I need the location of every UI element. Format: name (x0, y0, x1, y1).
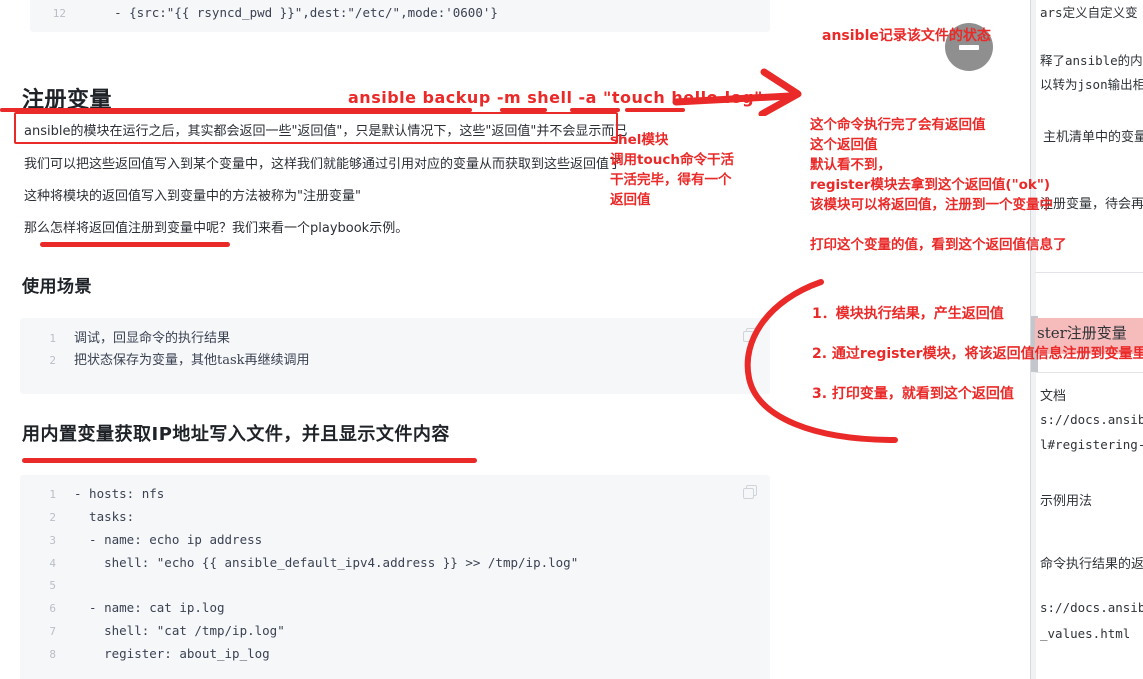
panel-line-1: ars定义自定义变 (1040, 5, 1138, 20)
panel-doc-line-2: s://docs.ansib (1040, 412, 1143, 427)
panel-divider (1035, 272, 1143, 273)
panel-line-5: 注册变量，待会再 (1040, 197, 1143, 212)
minimize-bar (959, 44, 979, 50)
code-line-text: - hosts: nfs (74, 486, 165, 501)
code-line-text: shell: "echo {{ ansible_default_ipv4.add… (74, 555, 579, 570)
code-block-use-cases: 1 调试，回显命令的执行结果 2 把状态保存为变量，其他task再继续调用 (20, 318, 770, 394)
paragraph-1: ansible的模块在运行之后，其实都会返回一些"返回值"，只是默认情况下，这些… (24, 124, 628, 139)
code-line-text: 把状态保存为变量，其他task再继续调用 (74, 353, 310, 368)
panel-doc-line-1: 文档 (1040, 389, 1067, 404)
code-line-number: 6 (49, 602, 56, 615)
code-line-text: - name: echo ip address (74, 532, 263, 547)
code-line-number: 1 (49, 488, 56, 501)
code-line-number: 7 (49, 625, 56, 638)
panel-doc-line-7: _values.html (1040, 626, 1131, 641)
code-line: 7 shell: "cat /tmp/ip.log" (20, 620, 770, 643)
code-line-text: 调试，回显命令的执行结果 (74, 331, 231, 346)
code-line: 1 - hosts: nfs (20, 483, 770, 506)
panel-doc-line-6: s://docs.ansib (1040, 600, 1143, 615)
panel-highlight-heading: ster注册变量 (1037, 324, 1127, 342)
code-line-number: 1 (49, 332, 56, 345)
code-line: 12 - {src:"{{ rsyncd_pwd }}",dest:"/etc/… (30, 0, 770, 25)
code-line-text: register: about_ip_log (74, 646, 270, 661)
panel-doc-line-3: l#registering- (1040, 437, 1143, 452)
panel-line-2: 释了ansible的内 (1040, 53, 1143, 68)
panel-divider (1035, 372, 1143, 373)
screenshot-root: 12 - {src:"{{ rsyncd_pwd }}",dest:"/etc/… (0, 0, 1143, 679)
code-line-number: 8 (49, 648, 56, 661)
panel-doc-line-4: 示例用法 (1040, 494, 1093, 509)
code-block-playbook: 1 - hosts: nfs 2 tasks: 3 - name: echo i… (20, 475, 770, 679)
panel-line-3: 以转为json输出相 (1040, 77, 1143, 92)
heading-builtin-ip-variable: 用内置变量获取IP地址写入文件，并且显示文件内容 (22, 424, 450, 445)
code-line: 4 shell: "echo {{ ansible_default_ipv4.a… (20, 552, 770, 575)
code-line-number: 4 (49, 557, 56, 570)
code-line: 6 - name: cat ip.log (20, 597, 770, 620)
code-line-text: - name: cat ip.log (74, 600, 225, 615)
code-line: 8 register: about_ip_log (20, 643, 770, 666)
code-line-number: 5 (49, 579, 56, 592)
code-line: 3 - name: echo ip address (20, 529, 770, 552)
code-line: 2 把状态保存为变量，其他task再继续调用 (20, 350, 770, 372)
code-line: 5 (20, 575, 770, 597)
article-column: 12 - {src:"{{ rsyncd_pwd }}",dest:"/etc/… (0, 0, 1030, 679)
minimize-icon[interactable] (945, 23, 993, 71)
code-line-text: tasks: (74, 509, 135, 524)
code-line-number: 3 (49, 534, 56, 547)
panel-line-4: 主机清单中的变量 (1043, 130, 1143, 145)
code-line: 1 调试，回显命令的执行结果 (20, 328, 770, 350)
right-document-panel: ars定义自定义变 释了ansible的内 以转为json输出相 主机清单中的变… (1030, 0, 1143, 679)
code-line-text: shell: "cat /tmp/ip.log" (74, 623, 285, 638)
paragraph-3: 这种将模块的返回值写入到变量中的方法被称为"注册变量" (24, 189, 361, 204)
code-block-rsync: 12 - {src:"{{ rsyncd_pwd }}",dest:"/etc/… (30, 0, 770, 32)
code-line-number: 2 (49, 354, 56, 367)
code-line-number: 2 (49, 511, 56, 524)
heading-register-variable: 注册变量 (22, 88, 113, 113)
code-line: 2 tasks: (20, 506, 770, 529)
heading-use-cases: 使用场景 (22, 277, 92, 297)
paragraph-2: 我们可以把这些返回值写入到某个变量中，这样我们就能够通过引用对应的变量从而获取到… (24, 157, 623, 172)
copy-icon[interactable] (743, 485, 757, 499)
code-line-number: 12 (52, 7, 66, 20)
copy-icon[interactable] (743, 328, 757, 342)
panel-doc-line-5: 命令执行结果的返 (1040, 557, 1143, 572)
paragraph-4: 那么怎样将返回值注册到变量中呢？我们来看一个playbook示例。 (24, 221, 409, 236)
code-line-text: - {src:"{{ rsyncd_pwd }}",dest:"/etc/",m… (84, 5, 498, 20)
